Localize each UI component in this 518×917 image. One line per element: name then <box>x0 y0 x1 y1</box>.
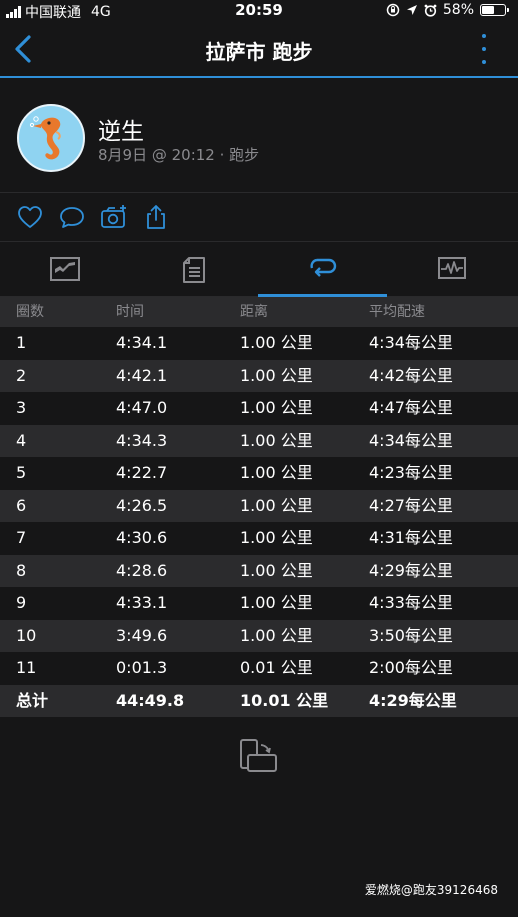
lap-distance: 1.00 公里 <box>240 430 313 450</box>
lap-pace: 4:47每公里 <box>369 398 453 417</box>
lap-pace: 4:34每公里 <box>369 333 453 352</box>
table-row: 7 4:30.6 1.00 公里 4:31每公里 <box>0 522 518 555</box>
lap-pace: 4:42每公里 <box>369 365 453 385</box>
tab-overview[interactable] <box>0 242 129 296</box>
lap-pace: 2:00每公里 <box>369 658 453 677</box>
rotate-screen-icon[interactable] <box>236 736 280 776</box>
page-title: 拉萨市 跑步 <box>205 40 313 64</box>
lap-number: 8 <box>16 560 27 580</box>
table-row: 2 4:42.1 1.00 公里 4:42每公里 <box>0 359 518 392</box>
tab-graphs[interactable] <box>387 242 516 296</box>
lap-distance: 1.00 公里 <box>240 560 313 580</box>
total-row: 总计 44:49.8 10.01 公里 4:29每公里 <box>0 684 518 717</box>
column-header: 圈数 <box>16 304 44 320</box>
more-options-icon[interactable] <box>480 34 488 64</box>
lap-number: 3 <box>16 398 27 417</box>
lap-number: 10 <box>16 625 37 645</box>
lap-distance: 1.00 公里 <box>240 495 313 515</box>
lap-pace: 4:33每公里 <box>369 593 453 612</box>
lap-distance: 1.00 公里 <box>240 463 313 482</box>
lap-pace: 4:27每公里 <box>369 495 453 515</box>
add-photo-icon[interactable] <box>100 203 128 231</box>
lap-time: 4:42.1 <box>116 365 168 385</box>
lap-number: 4 <box>16 430 27 450</box>
comment-icon[interactable] <box>58 203 86 231</box>
lap-time: 0:01.3 <box>116 658 168 677</box>
lap-number: 1 <box>16 333 27 352</box>
table-row: 10 3:49.6 1.00 公里 3:50每公里 <box>0 619 518 652</box>
battery-percent: 58% <box>442 2 474 18</box>
lap-distance: 1.00 公里 <box>240 398 313 417</box>
lap-distance: 1.00 公里 <box>240 625 313 645</box>
share-icon[interactable] <box>142 203 170 231</box>
lap-distance: 1.00 公里 <box>240 365 313 385</box>
seahorse-icon <box>29 116 61 160</box>
lap-number: 5 <box>16 463 27 482</box>
laps-table: 圈数 时间 距离 平均配速 1 4:34.1 1.00 公里 4:34每公里 2 4:42… <box>0 297 518 717</box>
lap-time: 4:33.1 <box>116 593 168 612</box>
lap-time: 4:34.3 <box>116 430 168 450</box>
lap-pace: 4:23每公里 <box>369 463 453 482</box>
lap-number: 9 <box>16 593 27 612</box>
activity-header: 逆生 8月9日 @ 20:12 · 跑步 <box>0 78 518 193</box>
watermark: 爱燃烧@跑友39126468 <box>364 883 498 897</box>
status-bar: 中国联通 4G 20:59 58% <box>0 0 518 22</box>
lap-pace: 4:34每公里 <box>369 430 453 450</box>
lap-time: 3:49.6 <box>116 625 168 645</box>
table-row: 11 0:01.3 0.01 公里 2:00每公里 <box>0 652 518 685</box>
column-header: 距离 <box>240 304 268 320</box>
orientation-lock-icon <box>386 3 400 17</box>
column-header: 平均配速 <box>369 304 425 320</box>
total-distance: 10.01 公里 <box>240 690 329 710</box>
lap-number: 7 <box>16 528 27 547</box>
table-row: 4 4:34.3 1.00 公里 4:34每公里 <box>0 424 518 457</box>
like-icon[interactable] <box>16 203 44 231</box>
lap-time: 4:28.6 <box>116 560 168 580</box>
table-row: 5 4:22.7 1.00 公里 4:23每公里 <box>0 457 518 490</box>
lap-number: 11 <box>16 658 37 677</box>
avatar[interactable] <box>17 104 85 172</box>
table-header: 圈数 时间 距离 平均配速 <box>0 297 518 327</box>
nav-bar: 拉萨市 跑步 <box>0 22 518 78</box>
status-right: 58% <box>386 2 509 18</box>
tab-details[interactable] <box>129 242 258 296</box>
total-label: 总计 <box>16 690 49 710</box>
lap-distance: 1.00 公里 <box>240 593 313 612</box>
lap-pace: 3:50每公里 <box>369 625 453 645</box>
table-row: 8 4:28.6 1.00 公里 4:29每公里 <box>0 554 518 587</box>
overview-chart-icon <box>49 257 80 281</box>
lap-time: 4:26.5 <box>116 495 168 515</box>
lap-pace: 4:29每公里 <box>369 560 453 580</box>
activity-graph-icon <box>437 257 466 279</box>
action-bar <box>0 193 518 242</box>
lap-time: 4:34.1 <box>116 333 168 352</box>
table-row: 1 4:34.1 1.00 公里 4:34每公里 <box>0 327 518 360</box>
total-time: 44:49.8 <box>116 690 185 710</box>
lap-time: 4:22.7 <box>116 463 168 482</box>
lap-number: 2 <box>16 365 27 385</box>
location-arrow-icon <box>406 5 417 15</box>
table-row: 6 4:26.5 1.00 公里 4:27每公里 <box>0 489 518 522</box>
lap-time: 4:30.6 <box>116 528 168 547</box>
activity-meta: 8月9日 @ 20:12 · 跑步 <box>98 146 260 164</box>
lap-pace: 4:31每公里 <box>369 528 453 547</box>
lap-number: 6 <box>16 495 27 515</box>
lap-time: 4:47.0 <box>116 398 168 417</box>
lap-distance: 0.01 公里 <box>240 658 313 677</box>
table-row: 9 4:33.1 1.00 公里 4:33每公里 <box>0 587 518 620</box>
lap-distance: 1.00 公里 <box>240 528 313 547</box>
alarm-icon <box>424 4 437 17</box>
lap-distance: 1.00 公里 <box>240 333 313 352</box>
total-pace: 4:29每公里 <box>369 690 457 710</box>
user-name[interactable]: 逆生 <box>98 112 144 146</box>
tab-bar <box>0 242 518 297</box>
details-sheet-icon <box>182 257 205 283</box>
column-header: 时间 <box>116 304 144 320</box>
battery-icon <box>480 4 509 16</box>
battery-fill <box>482 6 494 14</box>
table-row: 3 4:47.0 1.00 公里 4:47每公里 <box>0 392 518 425</box>
laps-icon <box>309 258 336 277</box>
tab-laps[interactable] <box>258 242 387 297</box>
